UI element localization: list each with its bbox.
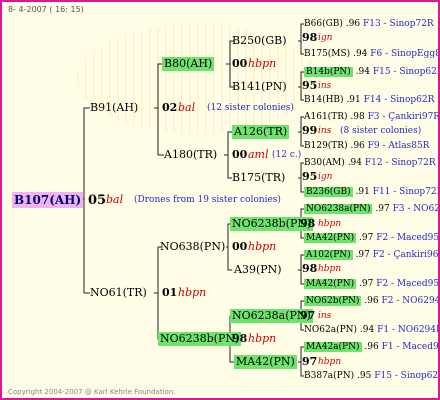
copyright: Copyright 2004-2007 @ Karl Kehrle Founda… — [8, 388, 176, 396]
gen4-queen[interactable]: B129(TR) .96 F9 - Atlas85R — [304, 140, 429, 152]
mark: ins — [318, 126, 332, 136]
pedigree-frame: 8- 4-2007 ( 16: 15) B107(AH) 05 bal (Dro… — [0, 0, 440, 400]
sire-mark: hbpn — [178, 286, 207, 299]
gen4-queen[interactable]: NO62b(PN) .96 F2 - NO6294R — [304, 295, 438, 307]
root-year: 05 — [88, 193, 107, 208]
gen4-queen[interactable]: A161(TR) .98 F3 - Çankiri97R — [304, 111, 438, 123]
gen3-queen[interactable]: A126(TR) — [232, 125, 290, 139]
dd-year: 00 — [232, 57, 248, 70]
dd-queen[interactable]: B80(AH) — [162, 57, 215, 71]
year: 98 — [302, 262, 318, 275]
mark: ign — [318, 172, 333, 182]
gen4-queen[interactable]: B175(MS) .94 F6 - SinopEgg86R — [304, 48, 438, 60]
ds-year: 00 — [232, 148, 248, 161]
gen3-queen[interactable]: B175(TR) — [232, 171, 285, 185]
year: 97 — [302, 355, 318, 368]
mark: hbpn — [318, 264, 342, 274]
mark: hbpn — [318, 357, 342, 367]
sd-mark: hbpn — [248, 240, 277, 253]
gen3-queen[interactable]: B250(GB) — [232, 34, 287, 48]
mark: ins — [318, 81, 332, 91]
gen4-queen[interactable]: A102(PN) .97 F2 - Çankiri96R — [304, 249, 438, 261]
gen4-queen[interactable]: MA42(PN) .97 F2 - Maced95R — [304, 278, 438, 290]
gen4-queen[interactable]: B14(HB) .91 F14 - Sinop62R — [304, 94, 434, 106]
gen4-queen[interactable]: B236(GB) .91 F11 - Sinop72R — [304, 186, 438, 198]
year: 95 — [302, 79, 318, 92]
gen4-queen[interactable]: B66(GB) .96 F13 - Sinop72R — [304, 18, 434, 30]
ss-year: 98 — [232, 332, 248, 345]
dam-year: 02 — [162, 101, 178, 114]
sd-queen[interactable]: NO638(PN) — [160, 240, 225, 254]
dam-queen[interactable]: B91(AH) — [90, 101, 138, 115]
gen4-queen[interactable]: MA42(PN) .97 F2 - Maced95R — [304, 232, 438, 244]
year: 99 — [302, 124, 318, 137]
root-drone-note: (Drones from 19 sister colonies) — [134, 195, 281, 205]
dd-mark: hbpn — [248, 57, 277, 70]
gen4-queen[interactable]: NO62a(PN) .94 F1 - NO6294R — [304, 324, 438, 336]
dam-note: (12 sister colonies) — [207, 103, 294, 113]
ds-mark: aml — [248, 148, 269, 161]
year: 95 — [302, 170, 318, 183]
gen4-queen[interactable]: NO6238a(PN) .97 F3 - NO6294R — [304, 203, 438, 215]
root-mark: bal — [106, 193, 124, 206]
mark: ign — [318, 33, 333, 43]
gen4-queen[interactable]: MA42a(PN) .96 F1 - Maced95R — [304, 341, 438, 353]
year: 98 — [300, 217, 316, 230]
year: 97 — [300, 309, 316, 322]
ss-mark: hbpn — [248, 332, 277, 345]
root-queen[interactable]: B107(AH) — [12, 192, 84, 208]
sire-queen[interactable]: NO61(TR) — [90, 286, 147, 300]
gen4-queen[interactable]: B387a(PN) .95 F15 - Sinop62R — [304, 370, 438, 382]
mark: hbpn — [318, 219, 342, 229]
gen4-queen[interactable]: B14b(PN) .94 F15 - Sinop62R — [304, 66, 438, 78]
note: (8 sister colonies) — [340, 126, 422, 136]
ds-queen[interactable]: A180(TR) — [164, 148, 217, 162]
dam-mark: bal — [178, 101, 196, 114]
gen3-queen[interactable]: MA42(PN) — [234, 355, 297, 369]
year: 98 — [302, 31, 318, 44]
ds-note: (12 c.) — [272, 150, 302, 160]
gen3-queen[interactable]: B141(PN) — [232, 80, 287, 94]
mark: ins — [318, 311, 332, 321]
ss-queen[interactable]: NO6238b(PN) — [158, 332, 242, 346]
sire-year: 01 — [162, 286, 178, 299]
gen3-queen[interactable]: A39(PN) — [234, 263, 282, 277]
gen4-queen[interactable]: B30(AM) .94 F12 - Sinop72R — [304, 157, 436, 169]
sd-year: 00 — [232, 240, 248, 253]
